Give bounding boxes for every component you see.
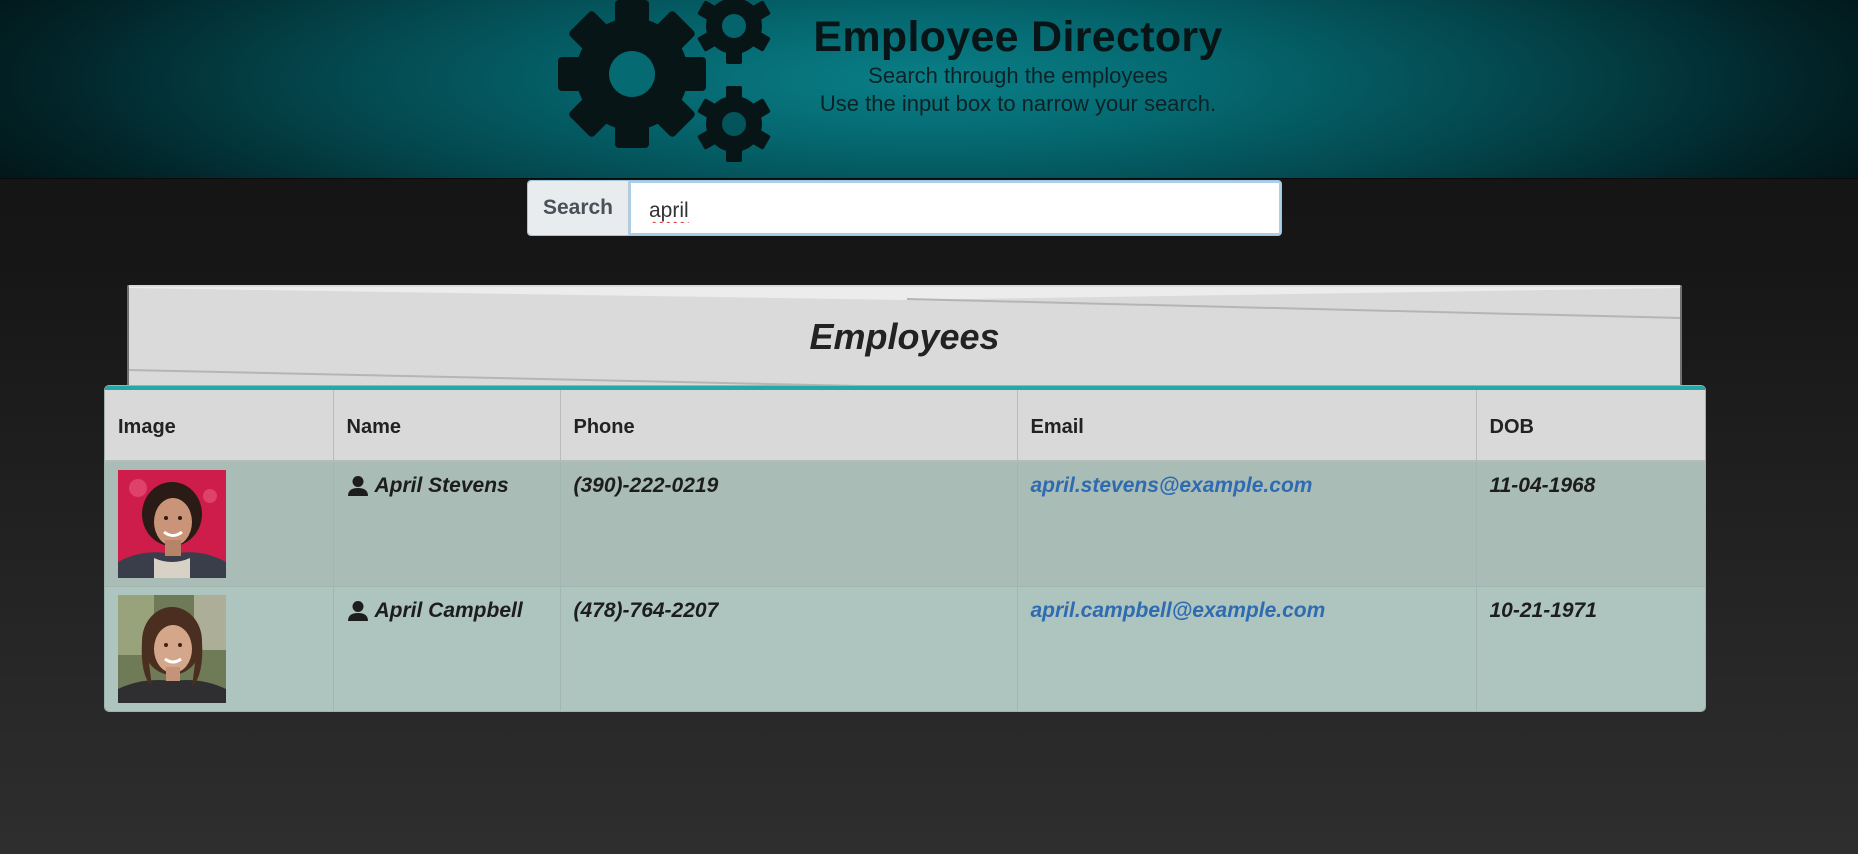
- table-row: April Campbell (478)-764-2207 april.camp…: [105, 586, 1705, 711]
- user-icon: [347, 476, 368, 496]
- column-header-name[interactable]: Name: [333, 390, 561, 462]
- employee-name: April Campbell: [374, 599, 523, 622]
- search-input[interactable]: [629, 181, 1281, 235]
- column-header-dob[interactable]: DOB: [1476, 390, 1705, 462]
- gears-icon: [558, 0, 771, 162]
- phone-cell: (478)-764-2207: [560, 586, 1018, 711]
- email-cell: april.campbell@example.com: [1017, 586, 1477, 711]
- image-cell: [105, 461, 334, 587]
- dob-cell: 10-21-1971: [1476, 586, 1705, 711]
- search-label: Search: [528, 181, 629, 235]
- email-cell: april.stevens@example.com: [1017, 461, 1477, 587]
- phone-cell: (390)-222-0219: [560, 461, 1018, 587]
- header-titles: Employee Directory Search through the em…: [760, 12, 1276, 118]
- page-title: Employee Directory: [813, 13, 1223, 61]
- page-header: Employee Directory Search through the em…: [0, 0, 1858, 179]
- avatar: [118, 470, 226, 578]
- page-subtitle-2: Use the input box to narrow your search.: [819, 91, 1217, 116]
- column-header-phone[interactable]: Phone: [560, 390, 1018, 462]
- banner-title: Employees: [809, 316, 1000, 357]
- column-header-image[interactable]: Image: [105, 390, 334, 462]
- name-cell: April Campbell: [333, 586, 561, 711]
- employee-table: Image Name Phone Email DOB April Stevens…: [105, 386, 1705, 711]
- table-header-row: Image Name Phone Email DOB: [105, 390, 1705, 462]
- column-header-email[interactable]: Email: [1017, 390, 1477, 462]
- avatar: [118, 595, 226, 703]
- user-icon: [347, 601, 368, 621]
- email-link[interactable]: april.campbell@example.com: [1031, 599, 1326, 622]
- employee-name: April Stevens: [374, 474, 509, 497]
- name-cell: April Stevens: [333, 461, 561, 587]
- image-cell: [105, 586, 334, 711]
- dob-cell: 11-04-1968: [1476, 461, 1705, 587]
- search-group: Search: [527, 180, 1282, 236]
- email-link[interactable]: april.stevens@example.com: [1031, 474, 1313, 497]
- page-subtitle-1: Search through the employees: [868, 63, 1168, 88]
- table-row: April Stevens (390)-222-0219 april.steve…: [105, 461, 1705, 587]
